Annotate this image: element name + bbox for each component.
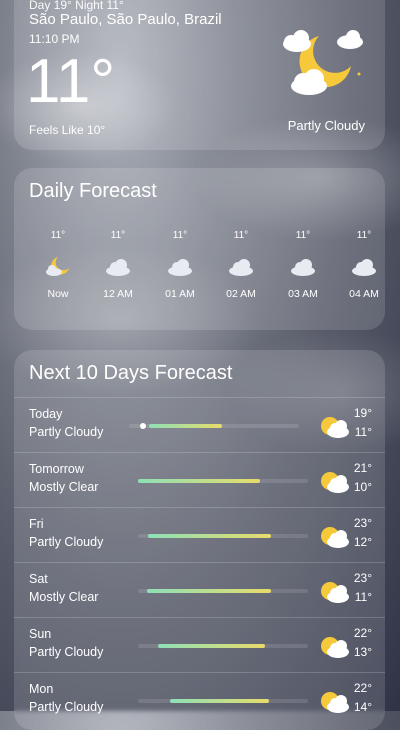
hourly-scroll[interactable]: 11° Now 11° 12 AM 11° 01 AM 11° 02 AM 11… [14, 230, 385, 330]
sun-cloud-icon [316, 410, 350, 442]
hour-label: 03 AM [288, 288, 318, 300]
temp-range-fill [158, 644, 266, 648]
day-name: Sat [29, 572, 48, 586]
sun-cloud-icon [316, 685, 350, 717]
hour-temp: 11° [295, 230, 311, 241]
hour-temp: 11° [172, 230, 188, 241]
day-name: Sun [29, 627, 52, 641]
sun-cloud-icon [316, 465, 350, 497]
high-temp: 21° [353, 461, 372, 475]
current-temperature: 11° [26, 47, 116, 116]
day-name: Today [29, 407, 63, 421]
temp-range-fill [149, 424, 223, 428]
location-name[interactable]: São Paulo, São Paulo, Brazil [29, 11, 222, 28]
day-row[interactable]: Today Partly Cloudy 19° 11° [14, 397, 385, 452]
temp-range-bar [138, 644, 308, 648]
day-row[interactable]: Tomorrow Mostly Clear 21° 10° [14, 452, 385, 507]
hour-temp: 11° [356, 230, 372, 241]
high-temp: 22° [353, 626, 372, 640]
low-temp: 11° [354, 425, 372, 439]
day-condition: Mostly Clear [29, 590, 99, 604]
hour-temp: 11° [50, 230, 66, 241]
daily-forecast-card: Daily Forecast 11° Now 11° 12 AM 11° 01 … [14, 168, 385, 330]
low-temp: 10° [353, 480, 372, 494]
day-row[interactable]: Sun Partly Cloudy 22° 13° [14, 617, 385, 672]
day-name: Fri [29, 517, 44, 531]
moon-cloud-icon [44, 254, 72, 278]
cloud-icon [104, 254, 132, 278]
day-row[interactable]: Fri Partly Cloudy 23° 12° [14, 507, 385, 562]
cloud-icon [227, 254, 255, 278]
temp-range-bar [138, 479, 308, 483]
high-temp: 23° [353, 571, 372, 585]
hour-item: 11° 02 AM [213, 230, 269, 300]
sun-cloud-icon [316, 520, 350, 552]
hour-item: 11° 12 AM [90, 230, 146, 300]
hour-label: 12 AM [103, 288, 133, 300]
hour-label: 04 AM [349, 288, 379, 300]
day-row[interactable]: Mon Partly Cloudy 22° 14° [14, 672, 385, 727]
day-condition: Partly Cloudy [29, 700, 104, 714]
current-weather-card: Day 19° Night 11° São Paulo, São Paulo, … [14, 0, 385, 150]
hour-label: 02 AM [226, 288, 256, 300]
day-condition: Partly Cloudy [29, 535, 104, 549]
daily-forecast-title: Daily Forecast [29, 180, 157, 202]
high-temp: 23° [353, 516, 372, 530]
temp-range-bar [129, 423, 299, 429]
temp-range-bar [138, 534, 308, 538]
hour-temp: 11° [233, 230, 249, 241]
day-condition: Mostly Clear [29, 480, 99, 494]
sun-cloud-icon [316, 575, 350, 607]
hour-temp: 11° [110, 230, 126, 241]
hour-label: Now [47, 288, 69, 300]
high-temp: 19° [353, 406, 372, 420]
day-name: Mon [29, 682, 54, 696]
feels-like: Feels Like 10° [29, 123, 106, 137]
day-row[interactable]: Sat Mostly Clear 23° 11° [14, 562, 385, 617]
hour-item: 11° 01 AM [152, 230, 208, 300]
temp-range-fill [138, 479, 261, 483]
current-time: 11:10 PM [29, 32, 80, 46]
cloud-icon [166, 254, 194, 278]
day-name: Tomorrow [29, 462, 84, 476]
current-condition: Partly Cloudy [287, 118, 365, 133]
hour-item: 11° 04 AM [336, 230, 385, 300]
hour-label: 01 AM [165, 288, 195, 300]
low-temp: 11° [354, 590, 372, 604]
ten-day-title: Next 10 Days Forecast [29, 362, 233, 384]
ten-day-forecast-card: Next 10 Days Forecast Today Partly Cloud… [14, 350, 385, 730]
temp-range-bar [138, 699, 308, 703]
low-temp: 14° [353, 700, 372, 714]
cloud-icon [289, 254, 317, 278]
day-condition: Partly Cloudy [29, 425, 104, 439]
sun-cloud-icon [316, 630, 350, 662]
day-condition: Partly Cloudy [29, 645, 104, 659]
hour-item: 11° 03 AM [275, 230, 331, 300]
moon-cloud-icon [275, 24, 365, 104]
low-temp: 12° [353, 535, 372, 549]
temp-range-fill [148, 534, 271, 538]
hour-item: 11° Now [30, 230, 86, 300]
temp-range-fill [146, 589, 271, 593]
high-temp: 22° [353, 681, 372, 695]
temp-range-fill [170, 699, 269, 703]
current-temp-dot [139, 423, 146, 429]
temp-range-bar [138, 589, 308, 593]
cloud-icon [350, 254, 378, 278]
low-temp: 13° [353, 645, 372, 659]
